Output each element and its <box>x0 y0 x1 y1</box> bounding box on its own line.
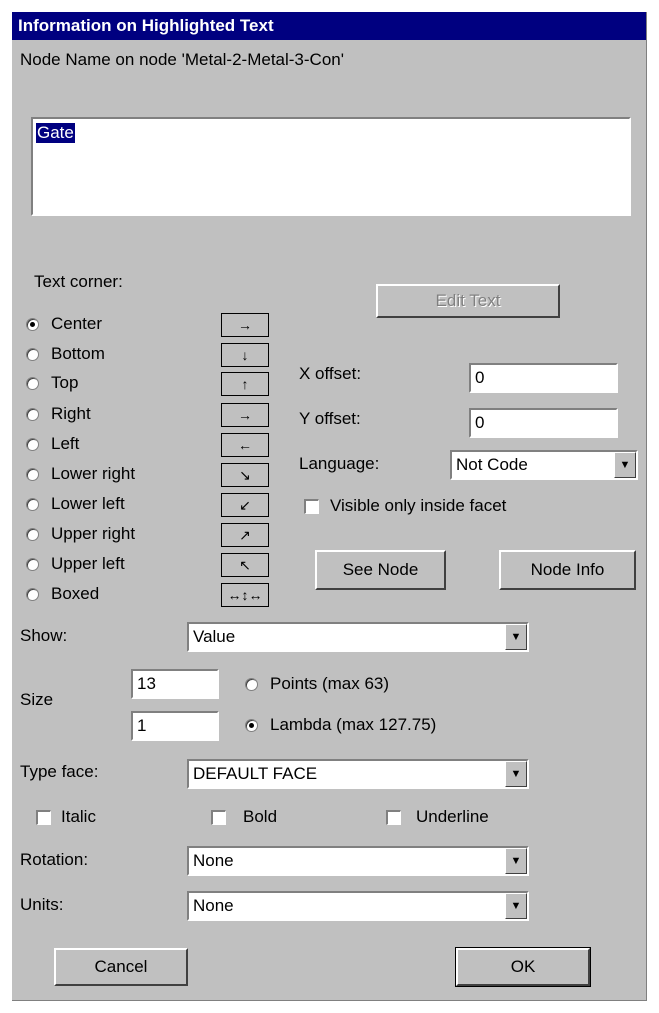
chevron-down-icon[interactable]: ▼ <box>505 893 527 919</box>
underline-checkbox[interactable] <box>386 810 401 825</box>
node-name-label: Node Name on node 'Metal-2-Metal-3-Con' <box>20 50 344 69</box>
corner-label: Right <box>51 404 91 423</box>
language-select[interactable]: Not Code ▼ <box>450 450 638 480</box>
corner-radio[interactable] <box>26 377 39 390</box>
text-value: Gate <box>36 123 75 143</box>
points-label: Points (max 63) <box>270 674 390 693</box>
points-size-input[interactable]: 13 <box>131 669 219 699</box>
corner-label: Left <box>51 434 80 453</box>
text-info-dialog: Information on Highlighted Text Node Nam… <box>12 12 647 1001</box>
visible-inside-checkbox[interactable] <box>304 499 319 514</box>
size-label: Size <box>20 690 54 709</box>
units-select[interactable]: None ▼ <box>187 891 529 921</box>
corner-radio[interactable] <box>26 408 39 421</box>
corner-label: Lower right <box>51 464 136 483</box>
corner-radio[interactable] <box>26 468 39 481</box>
typeface-select[interactable]: DEFAULT FACE ▼ <box>187 759 529 789</box>
units-label: Units: <box>20 895 64 914</box>
show-select[interactable]: Value ▼ <box>187 622 529 652</box>
rotation-label: Rotation: <box>20 850 89 869</box>
x-offset-label: X offset: <box>299 364 362 383</box>
lambda-label: Lambda (max 127.75) <box>270 715 437 734</box>
lambda-radio[interactable] <box>245 719 258 732</box>
corner-radio[interactable] <box>26 438 39 451</box>
corner-label: Center <box>51 314 103 333</box>
corner-arrow-icon: ↑ <box>221 372 269 396</box>
x-offset-input[interactable]: 0 <box>469 363 618 393</box>
chevron-down-icon[interactable]: ▼ <box>614 452 636 478</box>
bold-checkbox[interactable] <box>211 810 226 825</box>
ok-button[interactable]: OK <box>455 947 591 987</box>
corner-arrow-icon: → <box>221 403 269 427</box>
units-value: None <box>193 896 234 915</box>
text-corner-label: Text corner: <box>34 272 123 291</box>
corner-arrow-icon: ↖ <box>221 553 269 577</box>
typeface-label: Type face: <box>20 762 99 781</box>
corner-arrow-icon: ← <box>221 433 269 457</box>
chevron-down-icon[interactable]: ▼ <box>505 761 527 787</box>
show-label: Show: <box>20 626 68 645</box>
typeface-value: DEFAULT FACE <box>193 764 318 783</box>
edit-text-button[interactable]: Edit Text <box>376 284 560 318</box>
corner-arrow-icon: ↔↕↔ <box>221 583 269 607</box>
node-info-button[interactable]: Node Info <box>499 550 636 590</box>
language-value: Not Code <box>456 455 528 474</box>
corner-radio[interactable] <box>26 318 39 331</box>
corner-arrow-icon: ↗ <box>221 523 269 547</box>
rotation-select[interactable]: None ▼ <box>187 846 529 876</box>
corner-label: Upper left <box>51 554 125 573</box>
italic-checkbox[interactable] <box>36 810 51 825</box>
cancel-button[interactable]: Cancel <box>54 948 188 986</box>
chevron-down-icon[interactable]: ▼ <box>505 848 527 874</box>
language-label: Language: <box>299 454 380 473</box>
corner-radio[interactable] <box>26 588 39 601</box>
corner-arrow-icon: → <box>221 313 269 337</box>
points-radio[interactable] <box>245 678 258 691</box>
underline-label: Underline <box>416 807 489 826</box>
rotation-value: None <box>193 851 234 870</box>
corner-radio[interactable] <box>26 498 39 511</box>
corner-label: Lower left <box>51 494 125 513</box>
corner-arrow-icon: ↙ <box>221 493 269 517</box>
corner-arrow-icon: ↓ <box>221 343 269 367</box>
bold-label: Bold <box>243 807 278 826</box>
corner-radio[interactable] <box>26 348 39 361</box>
corner-label: Boxed <box>51 584 100 603</box>
chevron-down-icon[interactable]: ▼ <box>505 624 527 650</box>
italic-label: Italic <box>61 807 96 826</box>
y-offset-input[interactable]: 0 <box>469 408 618 438</box>
corner-arrow-icon: ↘ <box>221 463 269 487</box>
y-offset-label: Y offset: <box>299 409 361 428</box>
corner-label: Upper right <box>51 524 136 543</box>
text-value-area[interactable]: Gate <box>31 117 631 216</box>
corner-label: Top <box>51 373 79 392</box>
see-node-button[interactable]: See Node <box>315 550 446 590</box>
corner-radio[interactable] <box>26 558 39 571</box>
visible-inside-label: Visible only inside facet <box>330 496 507 515</box>
dialog-title: Information on Highlighted Text <box>12 12 646 40</box>
lambda-size-input[interactable]: 1 <box>131 711 219 741</box>
corner-label: Bottom <box>51 344 105 363</box>
corner-radio[interactable] <box>26 528 39 541</box>
show-value: Value <box>193 627 236 646</box>
